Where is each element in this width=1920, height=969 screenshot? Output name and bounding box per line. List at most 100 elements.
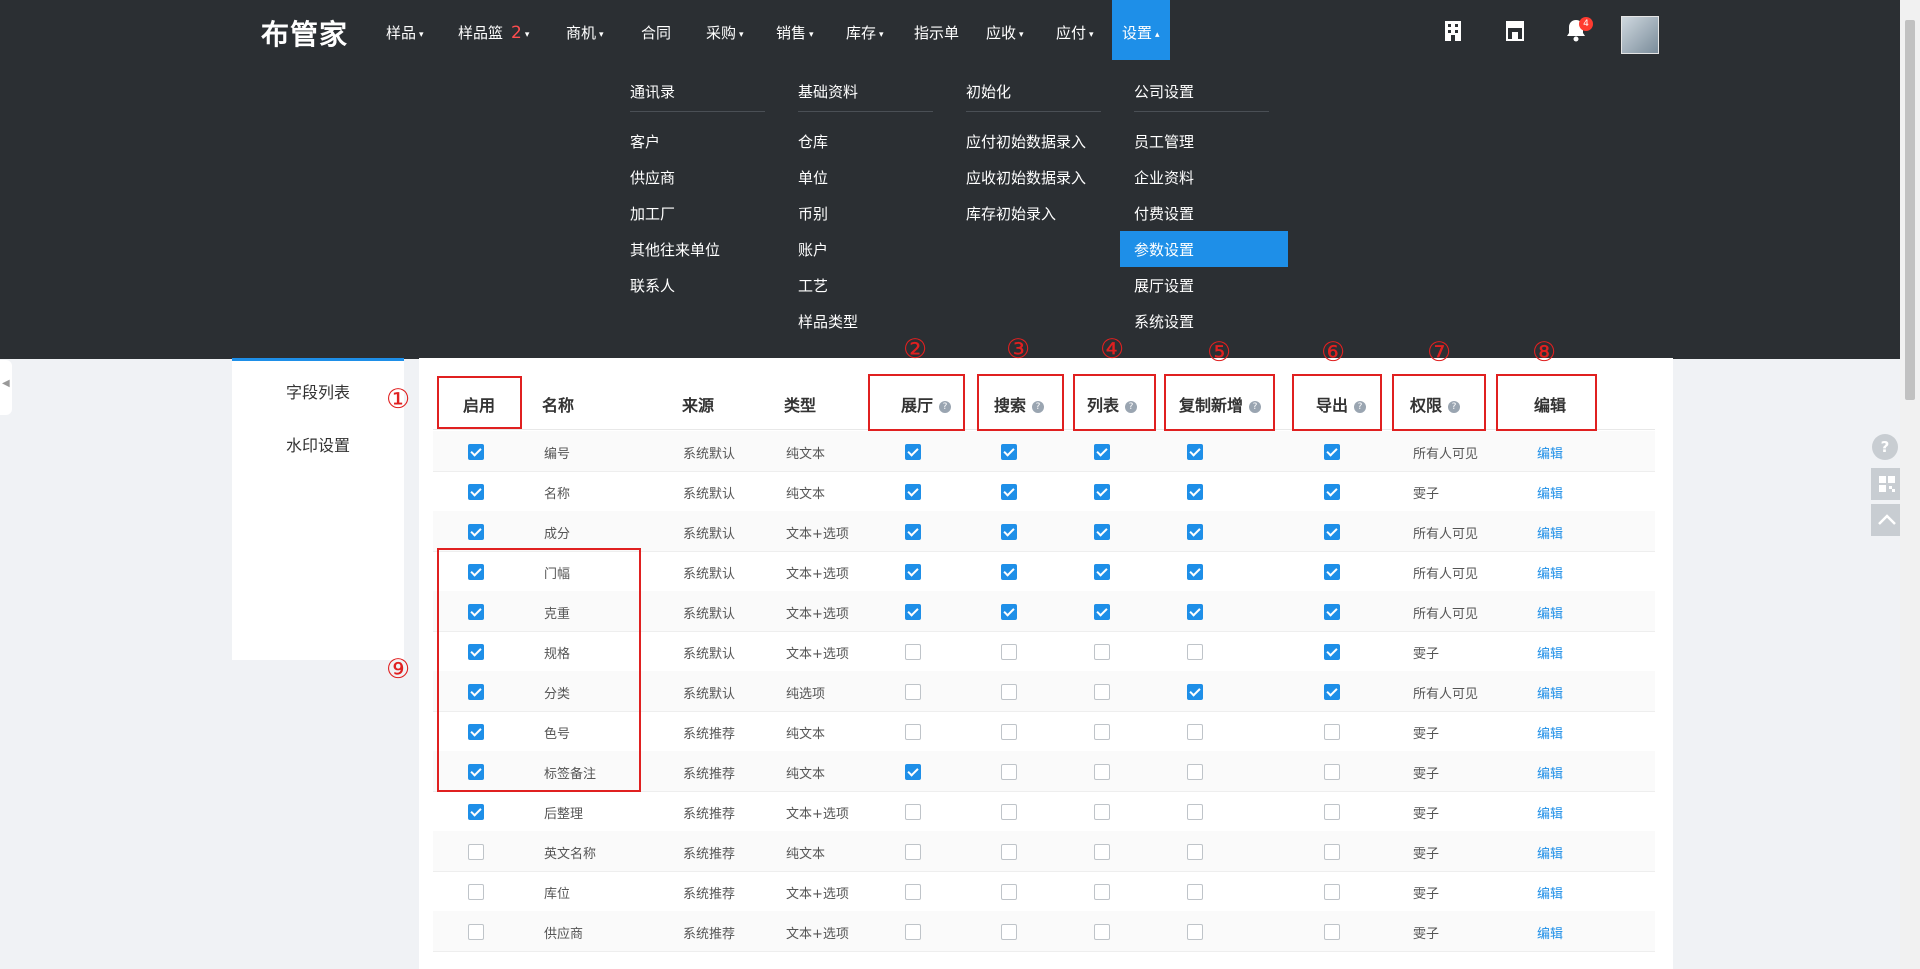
edit-link[interactable]: 编辑: [1537, 763, 1563, 782]
search-checkbox[interactable]: [1001, 484, 1017, 500]
showroom-checkbox[interactable]: [905, 924, 921, 940]
showroom-checkbox[interactable]: [905, 564, 921, 580]
menu-link-company-info[interactable]: 企业资料: [1134, 167, 1194, 188]
search-checkbox[interactable]: [1001, 684, 1017, 700]
nav-item-purchase[interactable]: 采购 ▾: [706, 0, 744, 60]
enable-checkbox[interactable]: [468, 884, 484, 900]
export-checkbox[interactable]: [1324, 484, 1340, 500]
edit-link[interactable]: 编辑: [1537, 643, 1563, 662]
enable-checkbox[interactable]: [468, 444, 484, 460]
copy-checkbox[interactable]: [1187, 884, 1203, 900]
qrcode-icon[interactable]: [1871, 468, 1903, 500]
enable-checkbox[interactable]: [468, 524, 484, 540]
showroom-checkbox[interactable]: [905, 684, 921, 700]
export-checkbox[interactable]: [1324, 804, 1340, 820]
copy-checkbox[interactable]: [1187, 484, 1203, 500]
list-checkbox[interactable]: [1094, 804, 1110, 820]
copy-checkbox[interactable]: [1187, 444, 1203, 460]
showroom-checkbox[interactable]: [905, 444, 921, 460]
menu-link-payable-init[interactable]: 应付初始数据录入: [966, 131, 1086, 152]
nav-item-samples[interactable]: 样品 ▾: [386, 0, 424, 60]
list-checkbox[interactable]: [1094, 524, 1110, 540]
search-checkbox[interactable]: [1001, 444, 1017, 460]
menu-link-other-units[interactable]: 其他往来单位: [630, 239, 720, 260]
edit-link[interactable]: 编辑: [1537, 723, 1563, 742]
edit-link[interactable]: 编辑: [1537, 603, 1563, 622]
showroom-checkbox[interactable]: [905, 804, 921, 820]
export-checkbox[interactable]: [1324, 644, 1340, 660]
nav-item-sample-basket[interactable]: 样品篮 2 ▾: [458, 0, 529, 60]
search-checkbox[interactable]: [1001, 724, 1017, 740]
search-checkbox[interactable]: [1001, 604, 1017, 620]
search-checkbox[interactable]: [1001, 764, 1017, 780]
list-checkbox[interactable]: [1094, 764, 1110, 780]
copy-checkbox[interactable]: [1187, 724, 1203, 740]
menu-link-billing[interactable]: 付费设置: [1134, 203, 1194, 224]
building-icon[interactable]: [1438, 15, 1468, 45]
nav-item-contract[interactable]: 合同: [641, 0, 671, 60]
export-checkbox[interactable]: [1324, 764, 1340, 780]
showroom-checkbox[interactable]: [905, 844, 921, 860]
edit-link[interactable]: 编辑: [1537, 443, 1563, 462]
menu-link-currency[interactable]: 币别: [798, 203, 828, 224]
export-checkbox[interactable]: [1324, 844, 1340, 860]
showroom-checkbox[interactable]: [905, 524, 921, 540]
export-checkbox[interactable]: [1324, 444, 1340, 460]
edit-link[interactable]: 编辑: [1537, 803, 1563, 822]
nav-item-settings[interactable]: 设置 ▴: [1112, 0, 1170, 60]
search-checkbox[interactable]: [1001, 524, 1017, 540]
menu-link-employees[interactable]: 员工管理: [1134, 131, 1194, 152]
edit-link[interactable]: 编辑: [1537, 563, 1563, 582]
copy-checkbox[interactable]: [1187, 564, 1203, 580]
menu-link-factory[interactable]: 加工厂: [630, 203, 675, 224]
copy-checkbox[interactable]: [1187, 924, 1203, 940]
edit-link[interactable]: 编辑: [1537, 483, 1563, 502]
help-icon[interactable]: ?: [1872, 434, 1898, 460]
list-checkbox[interactable]: [1094, 724, 1110, 740]
nav-item-inventory[interactable]: 库存 ▾: [846, 0, 884, 60]
edit-link[interactable]: 编辑: [1537, 843, 1563, 862]
menu-link-customer[interactable]: 客户: [630, 131, 660, 152]
list-checkbox[interactable]: [1094, 644, 1110, 660]
collapse-toggle[interactable]: ◀: [0, 360, 12, 415]
showroom-checkbox[interactable]: [905, 484, 921, 500]
showroom-checkbox[interactable]: [905, 764, 921, 780]
menu-link-system-settings[interactable]: 系统设置: [1134, 311, 1194, 332]
menu-link-receivable-init[interactable]: 应收初始数据录入: [966, 167, 1086, 188]
menu-link-parameters[interactable]: 参数设置: [1134, 239, 1194, 260]
search-checkbox[interactable]: [1001, 844, 1017, 860]
showroom-checkbox[interactable]: [905, 604, 921, 620]
list-checkbox[interactable]: [1094, 684, 1110, 700]
export-checkbox[interactable]: [1324, 564, 1340, 580]
copy-checkbox[interactable]: [1187, 844, 1203, 860]
export-checkbox[interactable]: [1324, 884, 1340, 900]
nav-item-payable[interactable]: 应付 ▾: [1056, 0, 1094, 60]
enable-checkbox[interactable]: [468, 924, 484, 940]
search-checkbox[interactable]: [1001, 924, 1017, 940]
scrollbar-thumb[interactable]: [1905, 20, 1915, 400]
showroom-checkbox[interactable]: [905, 724, 921, 740]
export-checkbox[interactable]: [1324, 684, 1340, 700]
list-checkbox[interactable]: [1094, 604, 1110, 620]
menu-link-showroom-settings[interactable]: 展厅设置: [1134, 275, 1194, 296]
sidebar-item-watermark[interactable]: 水印设置: [286, 432, 350, 456]
sidebar-item-field-list[interactable]: 字段列表: [286, 379, 350, 403]
edit-link[interactable]: 编辑: [1537, 683, 1563, 702]
search-checkbox[interactable]: [1001, 564, 1017, 580]
copy-checkbox[interactable]: [1187, 524, 1203, 540]
export-checkbox[interactable]: [1324, 604, 1340, 620]
menu-link-inventory-init[interactable]: 库存初始录入: [966, 203, 1056, 224]
copy-checkbox[interactable]: [1187, 804, 1203, 820]
menu-link-process[interactable]: 工艺: [798, 275, 828, 296]
export-checkbox[interactable]: [1324, 724, 1340, 740]
list-checkbox[interactable]: [1094, 484, 1110, 500]
list-checkbox[interactable]: [1094, 924, 1110, 940]
enable-checkbox[interactable]: [468, 484, 484, 500]
menu-link-account[interactable]: 账户: [798, 239, 828, 260]
export-checkbox[interactable]: [1324, 524, 1340, 540]
nav-item-opportunity[interactable]: 商机 ▾: [566, 0, 604, 60]
copy-checkbox[interactable]: [1187, 604, 1203, 620]
menu-link-contact[interactable]: 联系人: [630, 275, 675, 296]
avatar[interactable]: [1621, 16, 1659, 54]
app-logo[interactable]: 布管家: [261, 13, 348, 53]
